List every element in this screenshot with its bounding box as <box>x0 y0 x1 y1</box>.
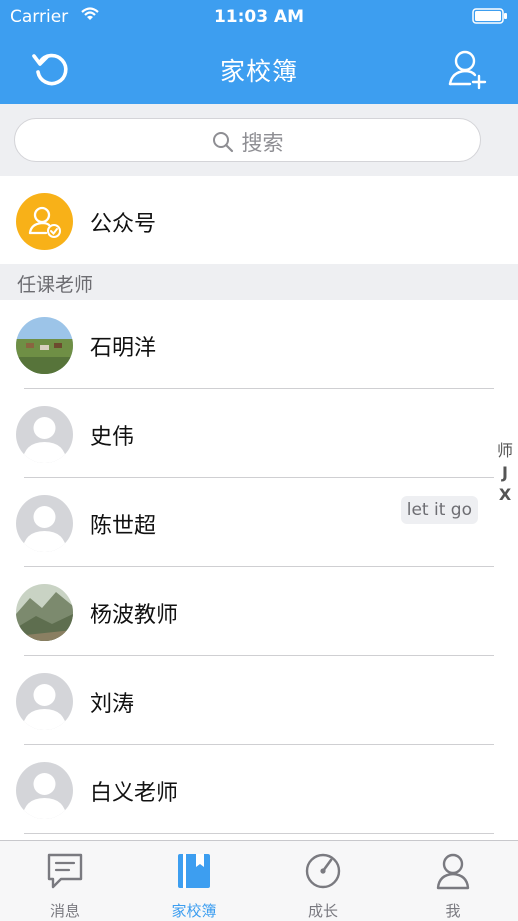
contact-name: 杨波教师 <box>90 603 179 628</box>
tab-contacts[interactable]: 家校簿 <box>129 841 259 921</box>
contact-name: 陈世超 <box>90 514 157 539</box>
avatar <box>16 495 73 552</box>
contact-row[interactable]: 石明洋 <box>0 300 518 389</box>
index-item[interactable]: 师 <box>496 440 514 462</box>
tab-me[interactable]: 我 <box>388 841 518 921</box>
avatar <box>16 406 73 463</box>
search-placeholder: 搜索 <box>241 131 284 155</box>
default-avatar-icon <box>16 673 73 730</box>
status-tag: let it go <box>400 496 478 524</box>
search-area: 搜索 <box>0 104 518 176</box>
section-title: 任课老师 <box>17 274 94 296</box>
default-avatar-icon <box>16 406 73 463</box>
section-index: 师 J X <box>496 440 514 506</box>
add-user-icon[interactable] <box>448 48 488 90</box>
contact-row[interactable]: 陈世超 let it go <box>0 478 518 567</box>
tab-label: 家校簿 <box>171 902 217 920</box>
contact-row[interactable]: 白义老师 <box>0 745 518 834</box>
status-bar: Carrier 11:03 AM <box>0 0 518 34</box>
app-header: Carrier 11:03 AM 家校簿 <box>0 0 518 104</box>
section-header: 任课老师 <box>0 264 518 300</box>
contact-name: 刘涛 <box>90 692 135 717</box>
contact-name: 石明洋 <box>90 336 157 361</box>
contact-name: 白义老师 <box>90 781 179 806</box>
contact-row[interactable]: 杨波教师 <box>0 567 518 656</box>
profile-icon <box>436 853 470 890</box>
tab-messages[interactable]: 消息 <box>0 841 130 921</box>
nav-bar: 家校簿 <box>0 34 518 104</box>
status-time: 11:03 AM <box>213 7 305 27</box>
official-account-label: 公众号 <box>90 212 157 237</box>
contact-name: 史伟 <box>90 425 135 450</box>
avatar <box>16 317 73 374</box>
growth-icon <box>305 853 341 889</box>
official-account-row[interactable]: 公众号 <box>0 176 518 265</box>
book-icon <box>178 854 210 888</box>
tab-growth[interactable]: 成长 <box>258 841 388 921</box>
official-account-avatar <box>16 193 73 250</box>
search-icon <box>212 132 233 153</box>
landscape-photo <box>16 317 73 374</box>
account-check-icon <box>28 206 61 238</box>
tab-bar: 消息 家校簿 成长 我 <box>0 840 518 921</box>
page-title: 家校簿 <box>219 57 298 86</box>
tab-label: 成长 <box>307 902 338 920</box>
tab-label: 我 <box>445 902 461 920</box>
default-avatar-icon <box>16 495 73 552</box>
divider <box>24 833 494 834</box>
battery-icon <box>472 8 507 24</box>
avatar <box>16 762 73 819</box>
avatar <box>16 673 73 730</box>
index-item[interactable]: J <box>496 462 514 484</box>
search-input[interactable]: 搜索 <box>14 118 481 162</box>
contact-row[interactable]: 刘涛 <box>0 656 518 745</box>
message-icon <box>47 853 83 889</box>
contact-row[interactable]: 史伟 <box>0 389 518 478</box>
avatar <box>16 584 73 641</box>
index-item[interactable]: X <box>496 484 514 506</box>
tab-label: 消息 <box>49 902 80 920</box>
landscape-photo <box>16 584 73 641</box>
default-avatar-icon <box>16 762 73 819</box>
